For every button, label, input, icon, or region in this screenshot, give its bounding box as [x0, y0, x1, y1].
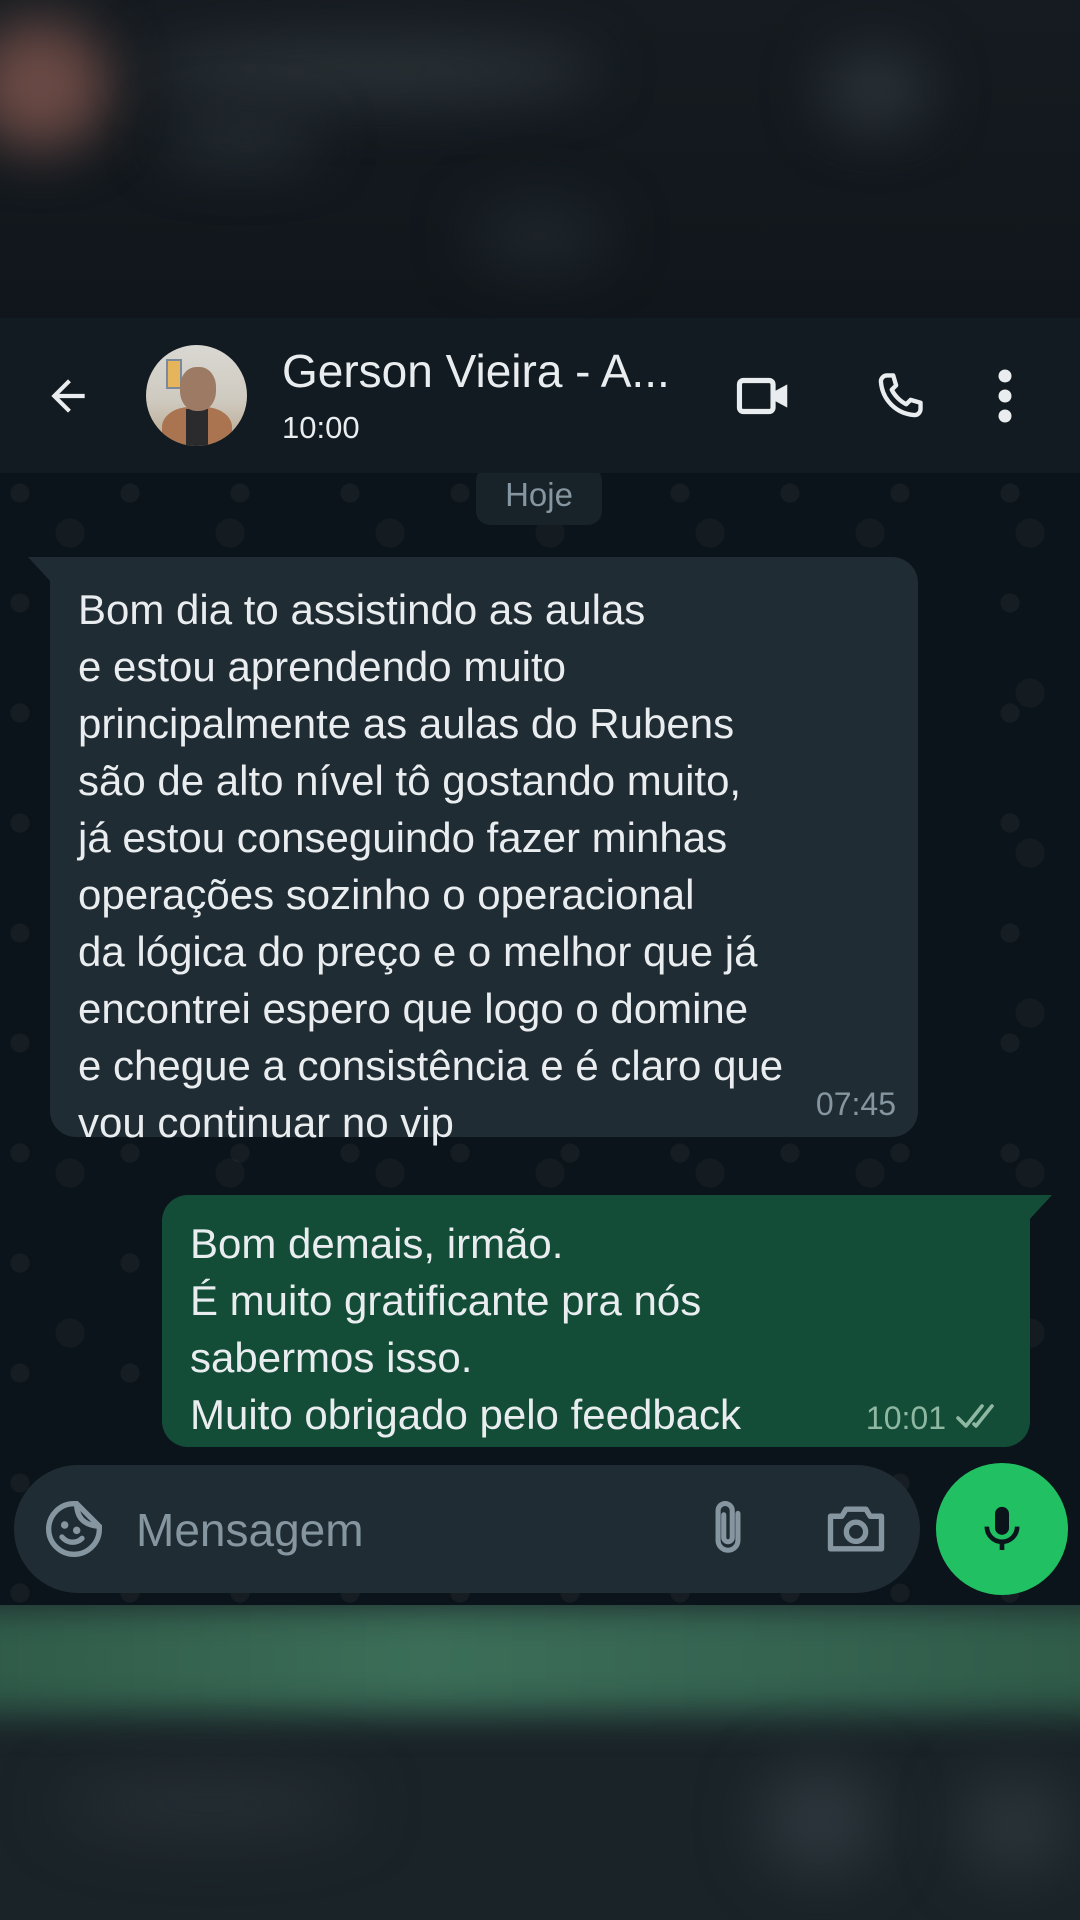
attach-button[interactable] — [694, 1495, 762, 1563]
incoming-message[interactable]: Bom dia to assistindo as aulas e estou a… — [28, 557, 918, 1146]
more-vert-icon — [998, 369, 1012, 423]
outgoing-message[interactable]: Bom demais, irmão. É muito gratificante … — [162, 1195, 1052, 1447]
blurred-bottom-area — [0, 1605, 1080, 1920]
chat-area[interactable]: Hoje Bom dia to assistindo as aulas e es… — [0, 473, 1080, 1605]
menu-button[interactable] — [980, 358, 1030, 434]
voice-call-button[interactable] — [862, 358, 938, 434]
double-check-read-icon — [956, 1404, 994, 1428]
contact-status: 10:00 — [282, 410, 360, 445]
paperclip-icon — [715, 1501, 741, 1553]
camera-icon — [827, 1506, 885, 1552]
back-button[interactable] — [38, 366, 98, 426]
video-call-icon — [736, 377, 788, 415]
message-text: Bom dia to assistindo as aulas e estou a… — [78, 586, 784, 1146]
message-composer: Mensagem — [14, 1465, 920, 1593]
microphone-icon — [984, 1506, 1020, 1550]
camera-button[interactable] — [822, 1495, 890, 1563]
sticker-button[interactable] — [42, 1497, 106, 1561]
message-time: 07:45 — [815, 1086, 896, 1122]
video-call-button[interactable] — [726, 358, 802, 434]
voice-message-button[interactable] — [936, 1463, 1068, 1595]
message-input[interactable]: Mensagem — [136, 1503, 364, 1557]
chat-header: Gerson Vieira - A... 10:00 — [0, 318, 1080, 473]
contact-name[interactable]: Gerson Vieira - A... — [282, 344, 692, 398]
phone-icon — [878, 373, 923, 418]
arrow-left-icon — [51, 379, 85, 413]
sticker-icon — [46, 1501, 102, 1557]
date-chip: Hoje — [476, 473, 602, 525]
avatar[interactable] — [146, 345, 247, 446]
message-text: Bom demais, irmão. É muito gratificante … — [190, 1220, 742, 1438]
blurred-top-area — [0, 0, 1080, 318]
message-time: 10:01 — [865, 1400, 946, 1436]
